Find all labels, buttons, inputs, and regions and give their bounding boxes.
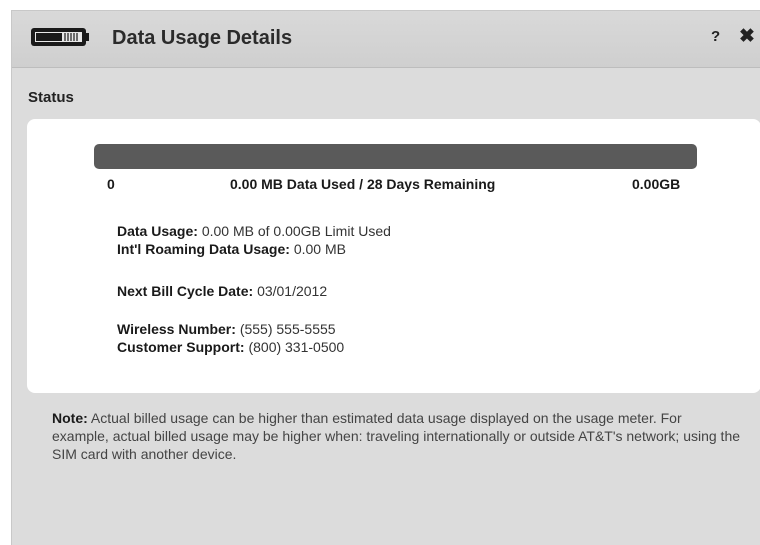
status-heading: Status — [28, 89, 74, 106]
data-usage-label: Data Usage: — [117, 223, 198, 239]
customer-support-label: Customer Support: — [117, 339, 245, 355]
wireless-number-row: Wireless Number: (555) 555-5555 — [117, 321, 336, 337]
close-icon[interactable]: ✖ — [739, 25, 755, 48]
roaming-usage-value: 0.00 MB — [293, 241, 346, 257]
meter-summary-label: 0.00 MB Data Used / 28 Days Remaining — [230, 176, 496, 192]
bill-cycle-row: Next Bill Cycle Date: 03/01/2012 — [117, 283, 327, 299]
note-label: Note: — [52, 410, 88, 426]
usage-meter — [94, 144, 697, 169]
roaming-usage-label: Int'l Roaming Data Usage: — [117, 241, 290, 257]
status-card: 0 0.00 MB Data Used / 28 Days Remaining … — [27, 119, 760, 393]
customer-support-value: (800) 331-0500 — [248, 339, 345, 355]
usage-note: Note: Actual billed usage can be higher … — [52, 409, 742, 463]
dialog-title: Data Usage Details — [112, 27, 293, 49]
roaming-usage-row: Int'l Roaming Data Usage: 0.00 MB — [117, 241, 346, 257]
bill-cycle-value: 03/01/2012 — [257, 283, 328, 299]
data-usage-value: 0.00 MB of 0.00GB Limit Used — [201, 223, 391, 239]
dialog-titlebar: Data Usage Details ? ✖ — [12, 11, 760, 68]
wireless-number-label: Wireless Number: — [117, 321, 236, 337]
note-text: Actual billed usage can be higher than e… — [52, 410, 741, 462]
meter-min-label: 0 — [107, 176, 115, 192]
help-icon[interactable]: ? — [711, 28, 720, 45]
data-usage-dialog: Data Usage Details ? ✖ Status 0 0.00 MB … — [11, 10, 760, 545]
wireless-number-value: (555) 555-5555 — [239, 321, 336, 337]
meter-max-label: 0.00GB — [632, 176, 681, 192]
bill-cycle-label: Next Bill Cycle Date: — [117, 283, 254, 299]
customer-support-row: Customer Support: (800) 331-0500 — [117, 339, 344, 355]
battery-icon — [31, 28, 89, 46]
data-usage-row: Data Usage: 0.00 MB of 0.00GB Limit Used — [117, 223, 391, 239]
